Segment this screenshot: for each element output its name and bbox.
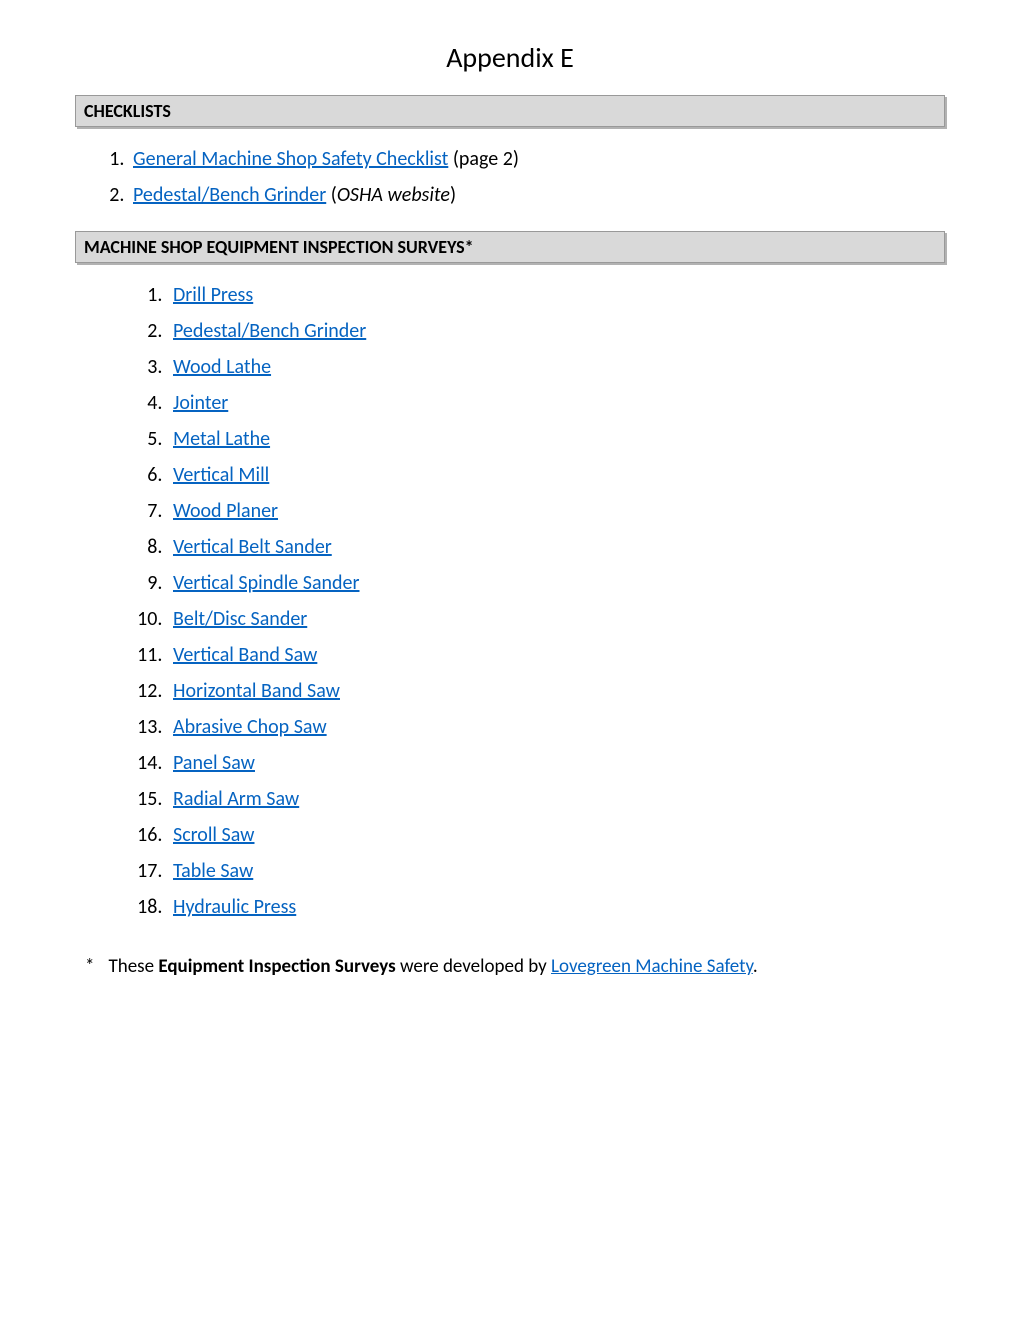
list-item: Wood Planer — [167, 493, 945, 529]
checklist-suffix-italic: OSHA website — [337, 183, 450, 207]
footnote-mid: were developed by — [396, 955, 551, 978]
page-title: Appendix E — [75, 40, 945, 75]
list-item: General Machine Shop Safety Checklist (p… — [129, 141, 945, 177]
list-item: Wood Lathe — [167, 349, 945, 385]
list-item: Scroll Saw — [167, 817, 945, 853]
survey-link[interactable]: Vertical Belt Sander — [173, 535, 332, 559]
survey-link[interactable]: Pedestal/Bench Grinder — [173, 319, 366, 343]
checklist-suffix-open: ( — [326, 183, 337, 207]
list-item: Jointer — [167, 385, 945, 421]
list-item: Pedestal/Bench Grinder (OSHA website) — [129, 177, 945, 213]
survey-link[interactable]: Vertical Mill — [173, 463, 269, 487]
footnote-bold: Equipment Inspection Surveys — [158, 955, 395, 978]
footnote: * These Equipment Inspection Surveys wer… — [75, 955, 945, 978]
list-item: Panel Saw — [167, 745, 945, 781]
survey-link[interactable]: Jointer — [173, 391, 228, 415]
list-item: Belt/Disc Sander — [167, 601, 945, 637]
list-item: Abrasive Chop Saw — [167, 709, 945, 745]
checklist-link-grinder[interactable]: Pedestal/Bench Grinder — [133, 183, 326, 207]
list-item: Vertical Band Saw — [167, 637, 945, 673]
list-item: Vertical Belt Sander — [167, 529, 945, 565]
survey-link[interactable]: Panel Saw — [173, 751, 255, 775]
list-item: Radial Arm Saw — [167, 781, 945, 817]
footnote-link[interactable]: Lovegreen Machine Safety — [551, 955, 753, 978]
page-container: Appendix E CHECKLISTS General Machine Sh… — [0, 0, 1020, 1018]
survey-link[interactable]: Vertical Band Saw — [173, 643, 317, 667]
list-item: Vertical Mill — [167, 457, 945, 493]
checklists-list: General Machine Shop Safety Checklist (p… — [75, 141, 945, 213]
survey-link[interactable]: Belt/Disc Sander — [173, 607, 307, 631]
list-item: Table Saw — [167, 853, 945, 889]
footnote-text: These Equipment Inspection Surveys were … — [108, 955, 757, 978]
list-item: Pedestal/Bench Grinder — [167, 313, 945, 349]
surveys-header: MACHINE SHOP EQUIPMENT INSPECTION SURVEY… — [75, 231, 945, 263]
survey-link[interactable]: Drill Press — [173, 283, 253, 307]
survey-link[interactable]: Horizontal Band Saw — [173, 679, 340, 703]
survey-link[interactable]: Metal Lathe — [173, 427, 270, 451]
survey-link[interactable]: Hydraulic Press — [173, 895, 296, 919]
list-item: Drill Press — [167, 277, 945, 313]
survey-link[interactable]: Scroll Saw — [173, 823, 254, 847]
checklist-suffix: (page 2) — [448, 147, 519, 171]
survey-link[interactable]: Radial Arm Saw — [173, 787, 299, 811]
list-item: Metal Lathe — [167, 421, 945, 457]
survey-link[interactable]: Wood Lathe — [173, 355, 271, 379]
checklists-header: CHECKLISTS — [75, 95, 945, 127]
list-item: Horizontal Band Saw — [167, 673, 945, 709]
surveys-list: Drill Press Pedestal/Bench Grinder Wood L… — [75, 277, 945, 925]
survey-link[interactable]: Vertical Spindle Sander — [173, 571, 359, 595]
list-item: Vertical Spindle Sander — [167, 565, 945, 601]
footnote-marker: * — [85, 955, 94, 978]
footnote-pre: These — [108, 955, 158, 978]
checklist-link-general[interactable]: General Machine Shop Safety Checklist — [133, 147, 448, 171]
survey-link[interactable]: Table Saw — [173, 859, 253, 883]
list-item: Hydraulic Press — [167, 889, 945, 925]
survey-link[interactable]: Wood Planer — [173, 499, 278, 523]
survey-link[interactable]: Abrasive Chop Saw — [173, 715, 327, 739]
checklist-suffix-close: ) — [450, 183, 456, 207]
footnote-post: . — [753, 955, 758, 978]
